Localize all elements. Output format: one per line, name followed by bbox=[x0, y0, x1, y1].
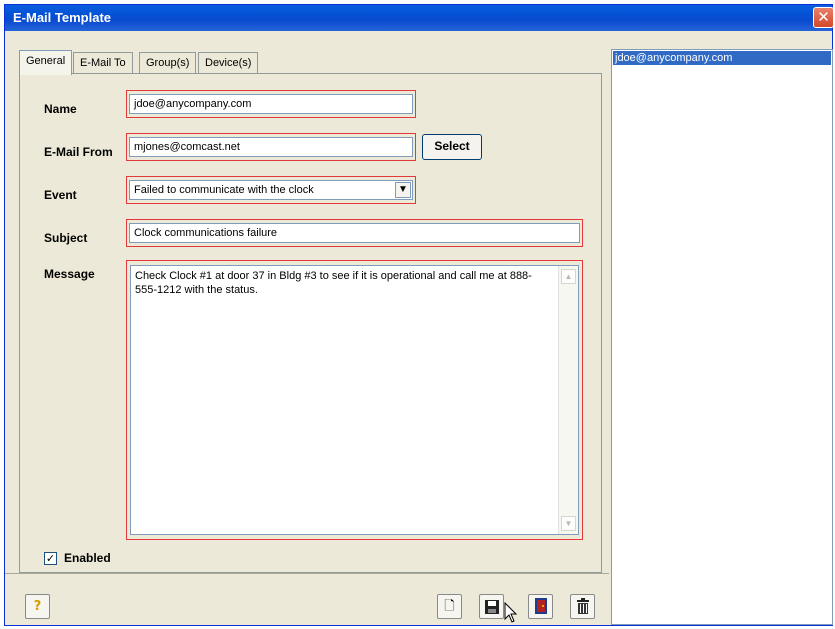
event-selected-value: Failed to communicate with the clock bbox=[134, 184, 314, 196]
event-highlight: Failed to communicate with the clock ▼ bbox=[126, 176, 416, 204]
email-from-highlight: mjones@comcast.net bbox=[126, 133, 416, 161]
general-panel: Name jdoe@anycompany.com E-Mail From mjo… bbox=[19, 73, 602, 573]
name-input[interactable]: jdoe@anycompany.com bbox=[129, 94, 413, 114]
message-text: Check Clock #1 at door 37 in Bldg #3 to … bbox=[135, 270, 532, 296]
tab-groups[interactable]: Group(s) bbox=[139, 52, 197, 75]
event-label: Event bbox=[44, 188, 77, 202]
tab-devices[interactable]: Device(s) bbox=[198, 52, 259, 75]
subject-input[interactable]: Clock communications failure bbox=[129, 223, 580, 243]
delete-button[interactable] bbox=[570, 594, 595, 619]
chevron-down-icon[interactable]: ▼ bbox=[395, 182, 411, 198]
subject-highlight: Clock communications failure bbox=[126, 219, 583, 247]
message-label: Message bbox=[44, 267, 95, 281]
save-button[interactable] bbox=[479, 594, 504, 619]
tab-general[interactable]: General bbox=[19, 50, 73, 75]
message-scrollbar[interactable]: ▲ ▼ bbox=[558, 266, 578, 534]
event-dropdown[interactable]: Failed to communicate with the clock ▼ bbox=[129, 180, 413, 200]
email-from-label: E-Mail From bbox=[44, 145, 113, 159]
enabled-label: Enabled bbox=[64, 551, 111, 565]
mouse-cursor-icon bbox=[504, 602, 518, 623]
save-disk-icon bbox=[484, 600, 499, 614]
help-icon: ? bbox=[33, 599, 42, 614]
message-textarea[interactable]: Check Clock #1 at door 37 in Bldg #3 to … bbox=[130, 265, 579, 535]
list-item[interactable]: jdoe@anycompany.com bbox=[613, 51, 831, 65]
email-from-input[interactable]: mjones@comcast.net bbox=[129, 137, 413, 157]
new-document-icon: 🗋 bbox=[444, 599, 455, 614]
window-title: E-Mail Template bbox=[13, 10, 112, 25]
subject-label: Subject bbox=[44, 231, 88, 245]
tab-email-to[interactable]: E-Mail To bbox=[73, 52, 133, 75]
bottom-toolbar: ? 🗋 bbox=[5, 573, 609, 625]
email-template-window: E-Mail Template ✕ General E-Mail To Grou… bbox=[4, 4, 834, 626]
recipient-list[interactable]: jdoe@anycompany.com bbox=[611, 49, 833, 625]
close-icon: ✕ bbox=[817, 8, 830, 26]
exit-door-icon bbox=[534, 598, 547, 614]
scroll-down-icon[interactable]: ▼ bbox=[561, 516, 576, 531]
new-button[interactable]: 🗋 bbox=[437, 594, 462, 619]
exit-button[interactable] bbox=[528, 594, 553, 619]
help-button[interactable]: ? bbox=[25, 594, 50, 619]
trash-icon bbox=[576, 598, 589, 614]
message-highlight: Check Clock #1 at door 37 in Bldg #3 to … bbox=[126, 260, 583, 540]
select-button[interactable]: Select bbox=[422, 134, 482, 160]
close-button[interactable]: ✕ bbox=[813, 7, 834, 28]
enabled-checkbox[interactable]: ✓ bbox=[44, 552, 57, 565]
name-highlight: jdoe@anycompany.com bbox=[126, 90, 416, 118]
scroll-up-icon[interactable]: ▲ bbox=[561, 269, 576, 284]
name-label: Name bbox=[44, 102, 77, 116]
title-bar: E-Mail Template ✕ bbox=[5, 5, 834, 31]
